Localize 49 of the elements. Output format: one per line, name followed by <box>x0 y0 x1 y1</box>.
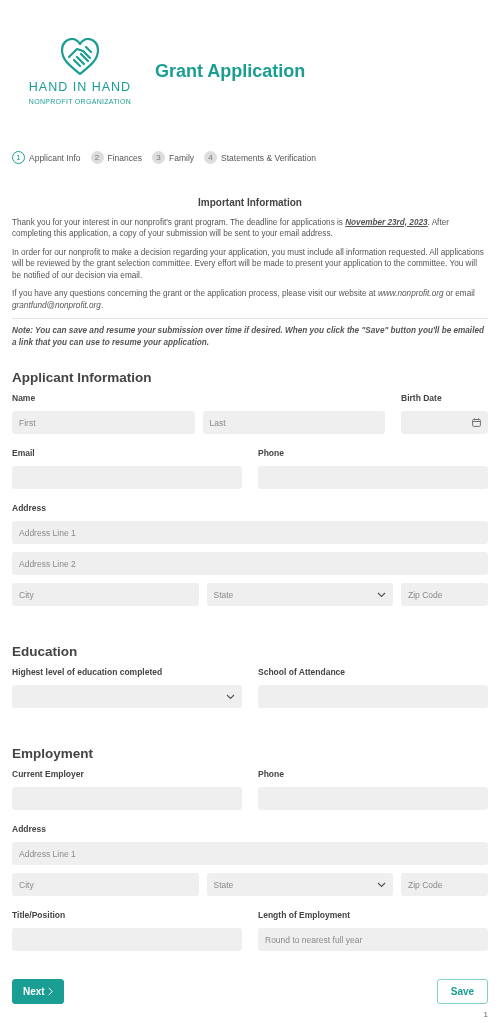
field-label: Address <box>12 503 47 514</box>
field-label: Email <box>12 448 36 459</box>
chevron-down-icon <box>226 693 235 700</box>
step-number: 2 <box>90 151 104 164</box>
text-field[interactable]: City <box>12 583 199 606</box>
text-field[interactable]: Address Line 1 <box>12 521 488 544</box>
section-heading: Education <box>12 644 79 659</box>
field-label: Current Employer <box>12 769 85 780</box>
field-label: Address <box>12 824 47 835</box>
section-heading: Employment <box>12 746 94 761</box>
field-label: Title/Position <box>12 910 67 921</box>
save-note: Note: You can save and resume your submission over time if desired. When you click the "Save" button you'll be emailed a link that you can use to resume your application. <box>12 325 485 348</box>
step-tab[interactable]: 2 Finances <box>90 151 142 164</box>
info-paragraph: In order for our nonprofit to make a decision regarding your application, you must include all information requested. All applications will be reviewed by the grant selection committee. Every effort will be made to present your application to the committee. You will be notified of our decision via email. <box>12 246 485 281</box>
field-label: Phone <box>258 448 285 459</box>
step-number: 4 <box>204 151 218 164</box>
calendar-icon <box>472 418 481 427</box>
field-label: Highest level of education completed <box>12 667 164 678</box>
logo-text: HAND IN HAND <box>28 79 132 94</box>
field-label: Phone <box>258 769 285 780</box>
text-field[interactable]: First <box>12 411 195 434</box>
date-field[interactable] <box>401 411 488 434</box>
field-label: School of Attendance <box>258 667 347 678</box>
info-paragraph: Thank you for your interest in our nonprofit's grant program. The deadline for applications is November 23rd, 2023. After completing this application, a copy of your submission will be sent to your email address. <box>12 216 450 240</box>
text-field[interactable]: Zip Code <box>401 583 488 606</box>
field-label: Birth Date <box>401 393 443 404</box>
text-field[interactable]: City <box>12 873 199 896</box>
field-label: Name <box>12 393 37 404</box>
step-number: 3 <box>152 151 165 164</box>
text-field[interactable]: Last <box>202 411 385 434</box>
step-tab[interactable]: 4 Statements & Verification <box>204 151 316 164</box>
page-title: Grant Application <box>155 60 306 82</box>
text-field[interactable]: Zip Code <box>401 873 488 896</box>
chevron-right-icon <box>47 987 53 996</box>
text-field[interactable]: Round to nearest full year <box>258 928 488 951</box>
field-label: Length of Employment <box>258 910 352 921</box>
info-heading: Important Information <box>197 197 303 209</box>
dropdown-field[interactable] <box>12 685 242 708</box>
step-tab[interactable]: 3 Family <box>152 151 195 164</box>
step-number: 1 <box>12 151 25 164</box>
page-number: 1 <box>483 1010 488 1019</box>
chevron-down-icon <box>377 881 386 888</box>
section-heading: Applicant Information <box>12 370 153 385</box>
step-tab[interactable]: 1 Applicant Info <box>12 151 81 164</box>
chevron-down-icon <box>377 591 386 598</box>
heart-handshake-icon <box>60 37 100 76</box>
text-field[interactable]: Address Line 1 <box>12 842 488 865</box>
text-field[interactable]: Address Line 2 <box>12 552 488 575</box>
info-paragraph: If you have any questions concerning the grant or the application process, please visit our website at www.nonprofit.org or email grantfund@nonprofit.org. <box>12 288 476 311</box>
